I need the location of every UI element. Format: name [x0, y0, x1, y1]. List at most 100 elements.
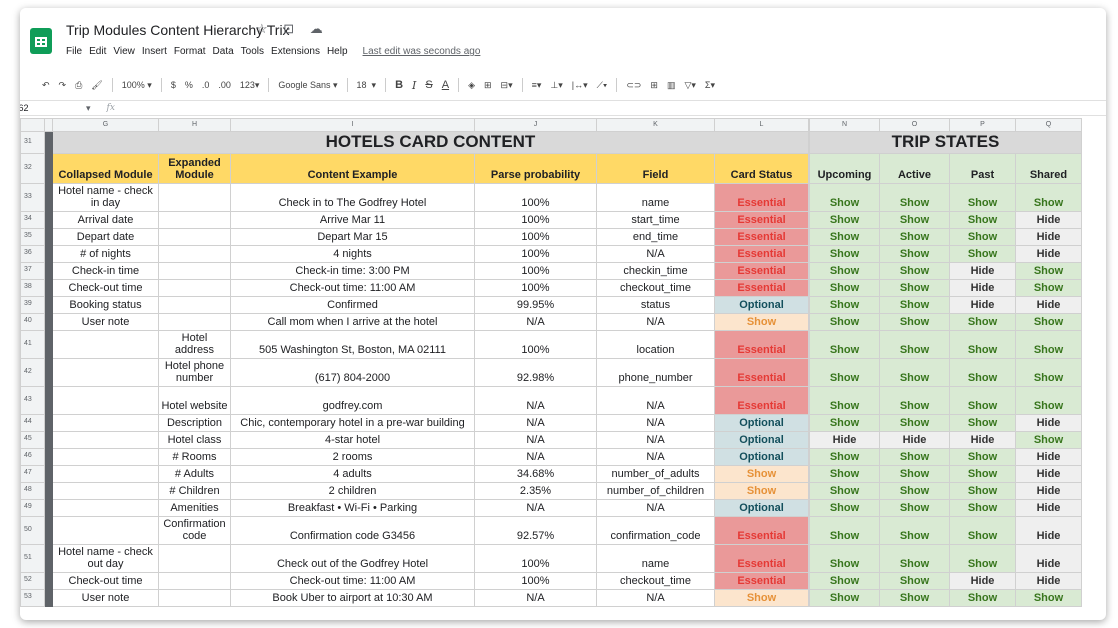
- insert-link-icon[interactable]: ⊂⊃: [626, 80, 641, 91]
- collapsed-module-cell[interactable]: [52, 358, 159, 387]
- trip-state-cell[interactable]: Show: [879, 589, 950, 607]
- menu-view[interactable]: View: [113, 46, 135, 57]
- trip-state-cell[interactable]: Show: [1015, 358, 1082, 387]
- field-cell[interactable]: N/A: [596, 431, 715, 449]
- field-cell[interactable]: checkin_time: [596, 262, 715, 280]
- field-cell[interactable]: number_of_adults: [596, 465, 715, 483]
- collapsed-module-cell[interactable]: [52, 448, 159, 466]
- card-status-cell[interactable]: Essential: [714, 516, 809, 545]
- parse-probability-cell[interactable]: N/A: [474, 414, 597, 432]
- row-number[interactable]: 39: [20, 296, 45, 314]
- parse-probability-cell[interactable]: 100%: [474, 544, 597, 573]
- parse-probability-cell[interactable]: 99.95%: [474, 296, 597, 314]
- column-label[interactable]: Collapsed Module: [52, 153, 159, 184]
- menu-data[interactable]: Data: [213, 46, 234, 57]
- menu-tools[interactable]: Tools: [241, 46, 264, 57]
- trip-state-cell[interactable]: Show: [809, 183, 880, 212]
- card-status-cell[interactable]: Optional: [714, 499, 809, 517]
- row-number[interactable]: 31: [20, 131, 45, 154]
- card-status-cell[interactable]: Essential: [714, 183, 809, 212]
- trip-state-cell[interactable]: Show: [879, 386, 950, 415]
- trip-state-cell[interactable]: Show: [879, 228, 950, 246]
- expanded-module-cell[interactable]: Amenities: [158, 499, 231, 517]
- expanded-module-cell[interactable]: [158, 589, 231, 607]
- content-example-cell[interactable]: Confirmed: [230, 296, 475, 314]
- content-example-cell[interactable]: Call mom when I arrive at the hotel: [230, 313, 475, 331]
- collapsed-module-cell[interactable]: [52, 386, 159, 415]
- collapsed-module-cell[interactable]: [52, 414, 159, 432]
- trip-state-cell[interactable]: Show: [1015, 330, 1082, 359]
- card-status-cell[interactable]: Show: [714, 313, 809, 331]
- text-wrap-icon[interactable]: |↔▾: [572, 80, 588, 91]
- horizontal-align-icon[interactable]: ≡▾: [532, 80, 542, 91]
- row-number[interactable]: 45: [20, 431, 45, 449]
- text-color-button[interactable]: A: [442, 79, 449, 91]
- parse-probability-cell[interactable]: N/A: [474, 448, 597, 466]
- last-edit-link[interactable]: Last edit was seconds ago: [363, 46, 481, 57]
- trip-state-cell[interactable]: Show: [879, 245, 950, 263]
- hotels-card-content-header[interactable]: HOTELS CARD CONTENT: [52, 131, 809, 154]
- field-cell[interactable]: phone_number: [596, 358, 715, 387]
- column-header[interactable]: P: [949, 118, 1016, 132]
- card-status-cell[interactable]: Optional: [714, 296, 809, 314]
- trip-state-cell[interactable]: Hide: [879, 431, 950, 449]
- trip-state-cell[interactable]: Hide: [949, 279, 1016, 297]
- trip-state-cell[interactable]: Show: [879, 183, 950, 212]
- collapsed-module-cell[interactable]: [52, 431, 159, 449]
- trip-state-cell[interactable]: Hide: [1015, 499, 1082, 517]
- row-number[interactable]: 37: [20, 262, 45, 280]
- collapsed-module-cell[interactable]: [52, 330, 159, 359]
- parse-probability-cell[interactable]: 100%: [474, 228, 597, 246]
- field-cell[interactable]: N/A: [596, 414, 715, 432]
- content-example-cell[interactable]: godfrey.com: [230, 386, 475, 415]
- trip-state-cell[interactable]: Show: [879, 358, 950, 387]
- collapsed-module-cell[interactable]: Check-out time: [52, 279, 159, 297]
- trip-state-cell[interactable]: Show: [949, 589, 1016, 607]
- trip-state-cell[interactable]: Show: [949, 211, 1016, 229]
- parse-probability-cell[interactable]: 100%: [474, 183, 597, 212]
- parse-probability-cell[interactable]: 100%: [474, 279, 597, 297]
- parse-probability-cell[interactable]: 100%: [474, 245, 597, 263]
- collapsed-module-cell[interactable]: [52, 482, 159, 500]
- parse-probability-cell[interactable]: N/A: [474, 386, 597, 415]
- expanded-module-cell[interactable]: [158, 296, 231, 314]
- row-number[interactable]: 40: [20, 313, 45, 331]
- field-cell[interactable]: N/A: [596, 499, 715, 517]
- expanded-module-cell[interactable]: # Adults: [158, 465, 231, 483]
- decrease-decimal-button[interactable]: .0: [202, 80, 210, 90]
- content-example-cell[interactable]: Check-out time: 11:00 AM: [230, 279, 475, 297]
- collapsed-module-cell[interactable]: User note: [52, 313, 159, 331]
- trip-state-cell[interactable]: Show: [809, 279, 880, 297]
- row-number[interactable]: 32: [20, 153, 45, 184]
- card-status-cell[interactable]: Essential: [714, 330, 809, 359]
- trip-state-cell[interactable]: Show: [949, 330, 1016, 359]
- parse-probability-cell[interactable]: N/A: [474, 431, 597, 449]
- trip-state-cell[interactable]: Show: [949, 386, 1016, 415]
- column-header[interactable]: K: [596, 118, 715, 132]
- row-number[interactable]: 48: [20, 482, 45, 500]
- trip-state-cell[interactable]: Show: [949, 544, 1016, 573]
- field-cell[interactable]: N/A: [596, 448, 715, 466]
- card-status-cell[interactable]: Essential: [714, 386, 809, 415]
- card-status-cell[interactable]: Essential: [714, 544, 809, 573]
- trip-state-label[interactable]: Past: [949, 153, 1016, 184]
- collapsed-module-cell[interactable]: Arrival date: [52, 211, 159, 229]
- row-number[interactable]: 33: [20, 183, 45, 212]
- row-number[interactable]: 42: [20, 358, 45, 387]
- row-number[interactable]: 52: [20, 572, 45, 590]
- trip-state-cell[interactable]: Show: [949, 465, 1016, 483]
- trip-state-cell[interactable]: Show: [809, 228, 880, 246]
- trip-state-label[interactable]: Active: [879, 153, 950, 184]
- trip-state-cell[interactable]: Show: [879, 296, 950, 314]
- bold-button[interactable]: B: [395, 79, 403, 91]
- trip-state-cell[interactable]: Hide: [949, 262, 1016, 280]
- trip-state-cell[interactable]: Show: [809, 211, 880, 229]
- trip-state-cell[interactable]: Show: [1015, 262, 1082, 280]
- trip-state-cell[interactable]: Hide: [1015, 211, 1082, 229]
- trip-state-cell[interactable]: Show: [1015, 386, 1082, 415]
- content-example-cell[interactable]: 4 adults: [230, 465, 475, 483]
- field-cell[interactable]: name: [596, 544, 715, 573]
- field-cell[interactable]: N/A: [596, 313, 715, 331]
- trip-state-cell[interactable]: Show: [1015, 279, 1082, 297]
- trip-state-cell[interactable]: Show: [809, 544, 880, 573]
